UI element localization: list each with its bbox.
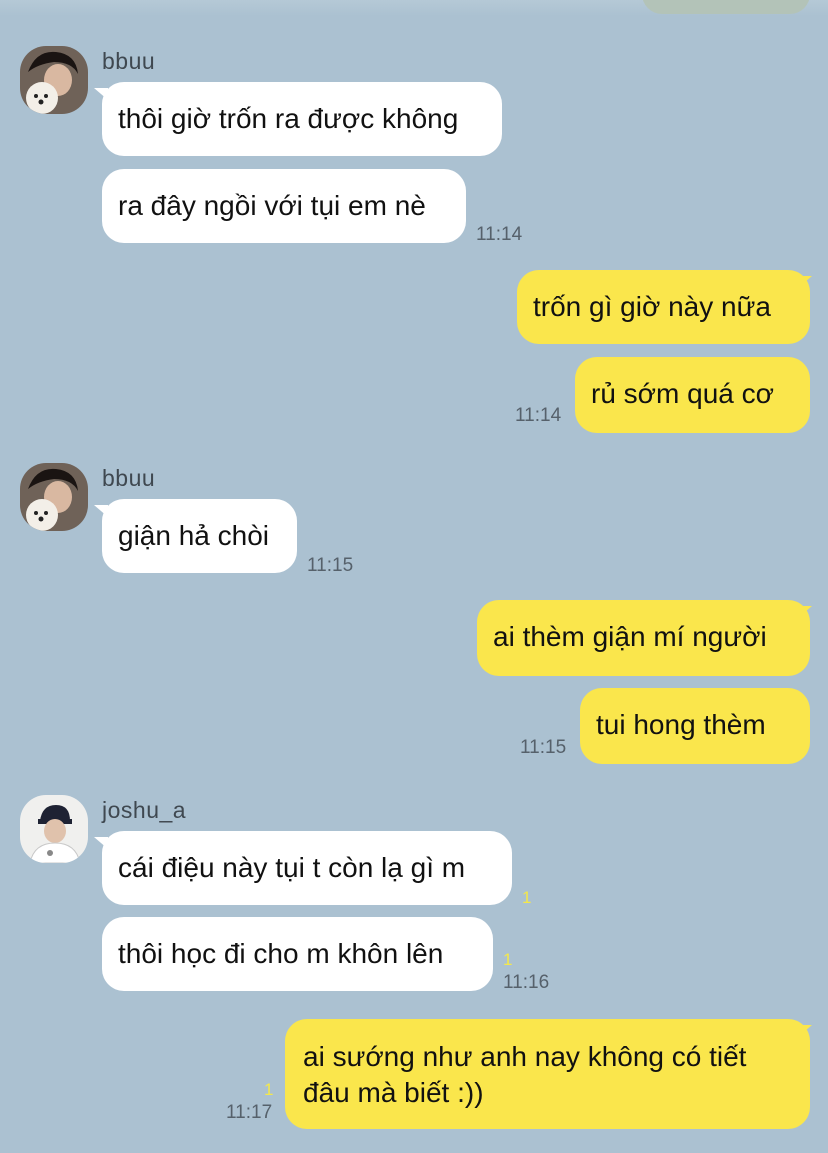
message-time: 11:15	[520, 737, 567, 758]
message-time: 11:17	[226, 1102, 273, 1123]
message-bubble[interactable]: ai thèm giận mí người	[477, 600, 810, 676]
avatar-bbuu[interactable]	[20, 46, 88, 114]
message-bubble[interactable]: rủ sớm quá cơ	[575, 357, 810, 433]
message-bubble[interactable]: ai sướng như anh nay không có tiết đâu m…	[285, 1019, 810, 1129]
avatar-bbuu[interactable]	[20, 463, 88, 531]
message-time: 11:16	[503, 972, 550, 993]
message-time: 11:15	[307, 555, 354, 576]
message-bubble[interactable]: cái điệu này tụi t còn lạ gì m	[102, 831, 512, 905]
message-bubble[interactable]: thôi học đi cho m khôn lên	[102, 917, 493, 991]
message-line: đâu mà biết :))	[303, 1077, 484, 1108]
message-bubble[interactable]: thôi giờ trốn ra được không	[102, 82, 502, 156]
sender-name: bbuu	[102, 48, 156, 74]
message-time: 11:14	[515, 405, 562, 426]
message-time: 11:14	[476, 224, 523, 245]
sender-name: joshu_a	[102, 797, 187, 823]
message-bubble[interactable]: tui hong thèm	[580, 688, 810, 764]
previous-message-bubble[interactable]	[642, 0, 810, 14]
unread-count: 1	[264, 1080, 274, 1099]
message-line: ai sướng như anh nay không có tiết	[303, 1041, 747, 1072]
message-bubble[interactable]: ra đây ngồi với tụi em nè	[102, 169, 466, 243]
unread-count: 1	[522, 888, 532, 907]
avatar-joshu-a[interactable]	[20, 795, 88, 863]
message-bubble[interactable]: trốn gì giờ này nữa	[517, 270, 810, 344]
sender-name: bbuu	[102, 465, 156, 491]
message-bubble[interactable]: giận hả chòi	[102, 499, 297, 573]
unread-count: 1	[503, 950, 513, 969]
